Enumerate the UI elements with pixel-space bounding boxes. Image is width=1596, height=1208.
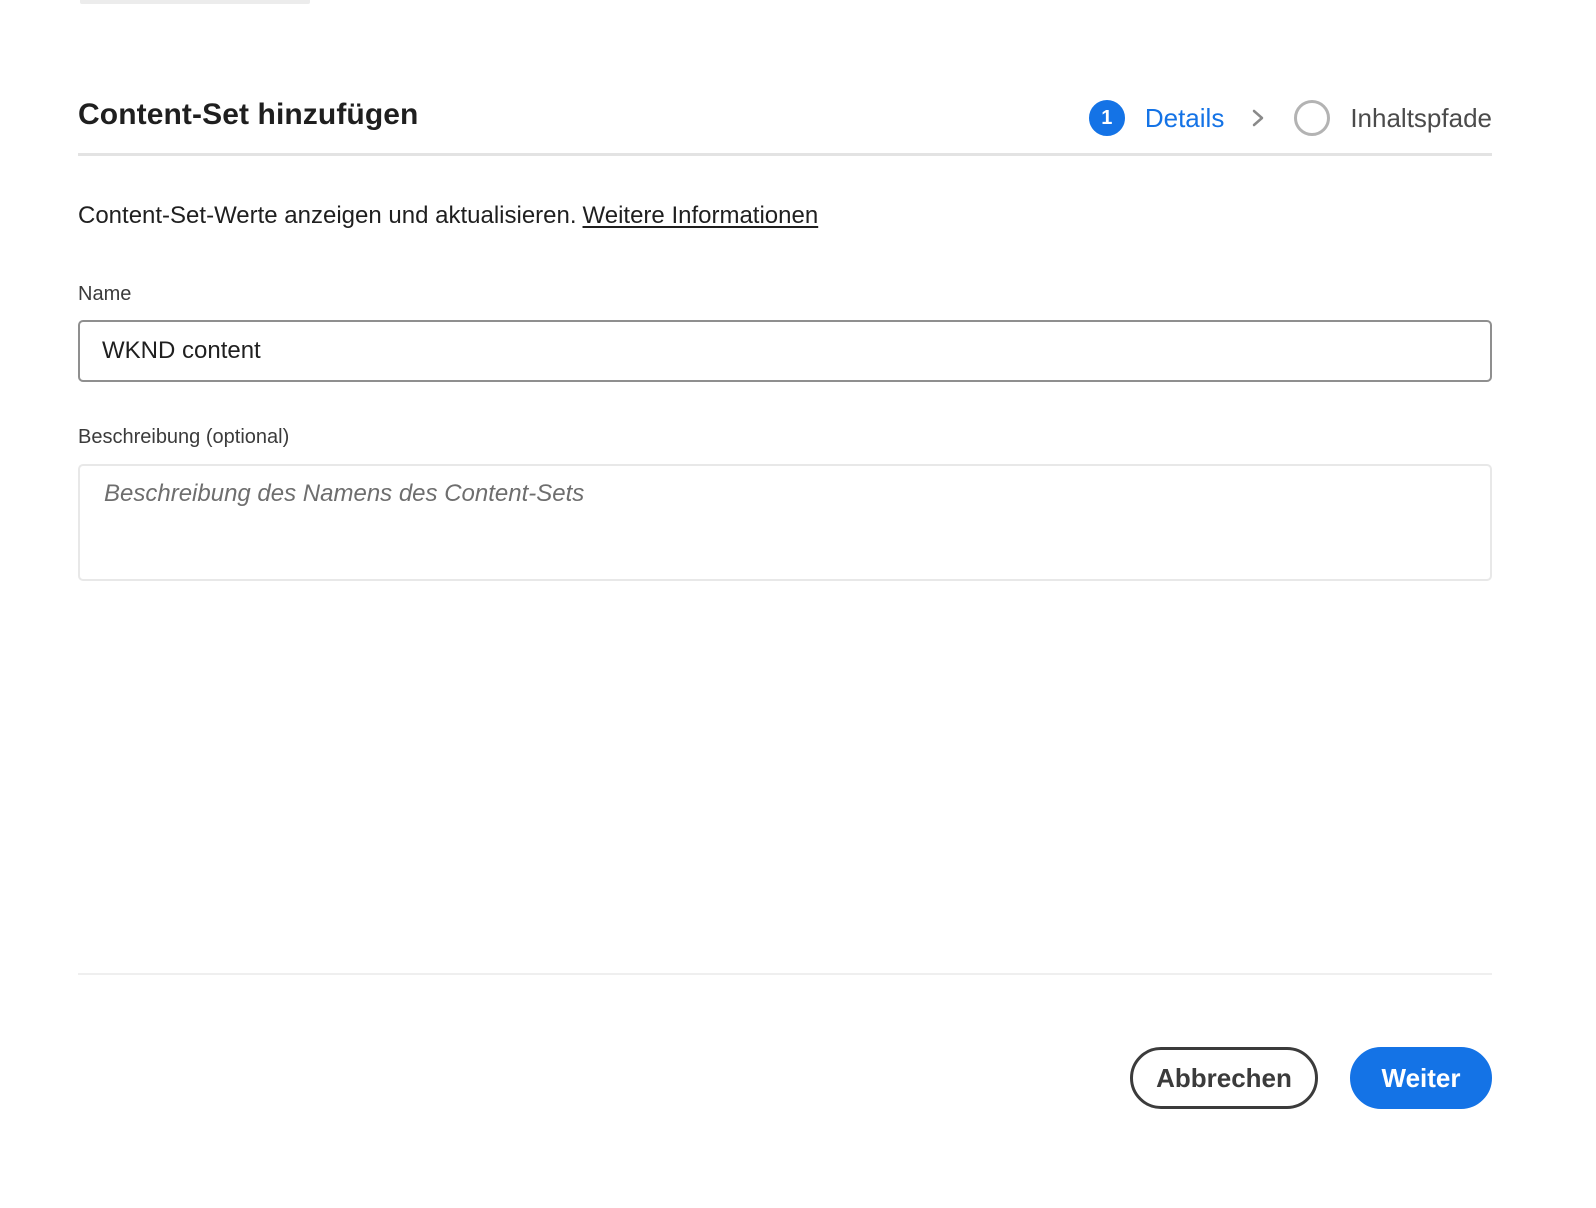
name-input[interactable] bbox=[78, 320, 1492, 382]
dialog-header: Content-Set hinzufügen 1 Details Inhalts… bbox=[78, 88, 1492, 156]
step-1-label: Details bbox=[1144, 102, 1225, 133]
chevron-right-icon bbox=[1248, 108, 1268, 128]
step-1-number: 1 bbox=[1101, 106, 1113, 129]
intro-description: Content-Set-Werte anzeigen und aktualisi… bbox=[78, 202, 577, 229]
intro-text: Content-Set-Werte anzeigen und aktualisi… bbox=[78, 202, 818, 230]
add-content-set-dialog: Content-Set hinzufügen 1 Details Inhalts… bbox=[0, 0, 1596, 1208]
step-2-indicator bbox=[1294, 100, 1331, 136]
cancel-button[interactable]: Abbrechen bbox=[1130, 1047, 1318, 1109]
footer-divider bbox=[78, 973, 1492, 975]
description-label: Beschreibung (optional) bbox=[78, 426, 290, 448]
step-1-indicator: 1 bbox=[1088, 100, 1125, 136]
dialog-title: Content-Set hinzufügen bbox=[78, 98, 419, 131]
learn-more-link[interactable]: Weitere Informationen bbox=[583, 202, 819, 229]
stepper: 1 Details Inhaltspfade bbox=[1088, 96, 1492, 140]
top-edge-decoration bbox=[80, 0, 310, 4]
name-label: Name bbox=[78, 283, 132, 305]
next-button[interactable]: Weiter bbox=[1350, 1047, 1492, 1109]
description-input[interactable] bbox=[78, 464, 1492, 581]
step-2-label: Inhaltspfade bbox=[1350, 102, 1492, 133]
